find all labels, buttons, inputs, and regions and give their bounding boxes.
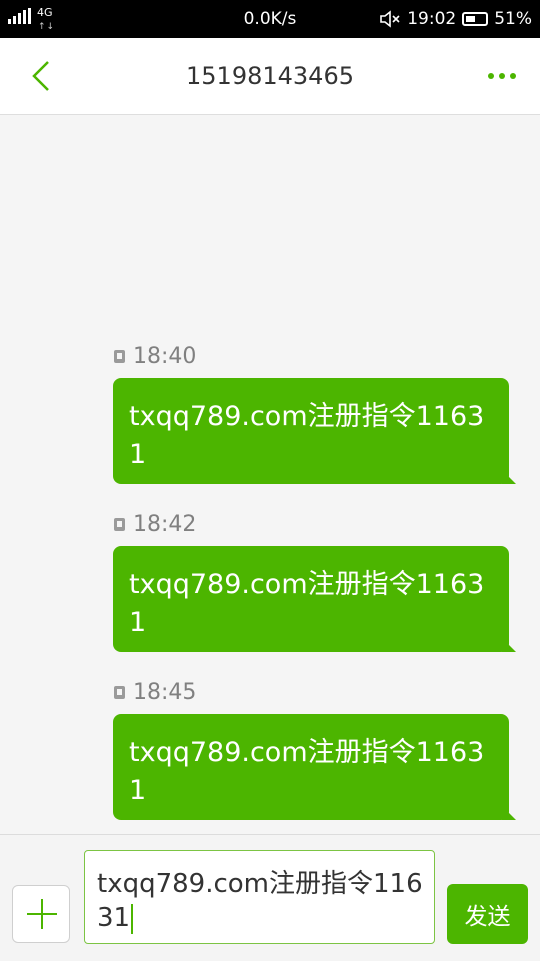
battery-icon: [462, 12, 489, 26]
more-icon[interactable]: [480, 68, 516, 84]
message-time: 18:40: [114, 344, 196, 369]
message-bubble[interactable]: txqq789.com注册指令11631: [113, 546, 516, 652]
message-time-text: 18:40: [133, 344, 197, 369]
message-time: 18:45: [114, 680, 196, 705]
status-right: 19:02 51%: [379, 9, 532, 29]
message-bubble[interactable]: txqq789.com注册指令11631: [113, 714, 516, 820]
message-input-text: txqq789.com注册指令11631: [97, 869, 423, 933]
clock: 19:02: [407, 9, 457, 29]
compose-bar: txqq789.com注册指令11631 发送: [0, 834, 540, 961]
message-bubble[interactable]: txqq789.com注册指令11631: [113, 378, 516, 484]
send-button[interactable]: 发送: [447, 884, 528, 944]
status-bar: 4G ↑↓ 0.0K/s 19:02 51%: [0, 0, 540, 38]
sim-card-icon: [114, 518, 125, 531]
sim-card-icon: [114, 350, 125, 363]
conversation-header: 15198143465: [0, 38, 540, 115]
text-cursor: [131, 903, 134, 934]
message-time: 18:42: [114, 512, 196, 537]
contact-number: 15198143465: [186, 62, 354, 90]
sim-card-icon: [114, 686, 125, 699]
message-time-text: 18:45: [133, 680, 197, 705]
battery-percent: 51%: [494, 9, 532, 29]
add-attachment-button[interactable]: [12, 885, 70, 943]
plus-icon-stroke: [41, 899, 43, 929]
mute-icon: [380, 10, 400, 28]
message-time-text: 18:42: [133, 512, 197, 537]
message-input[interactable]: txqq789.com注册指令11631: [84, 850, 435, 944]
